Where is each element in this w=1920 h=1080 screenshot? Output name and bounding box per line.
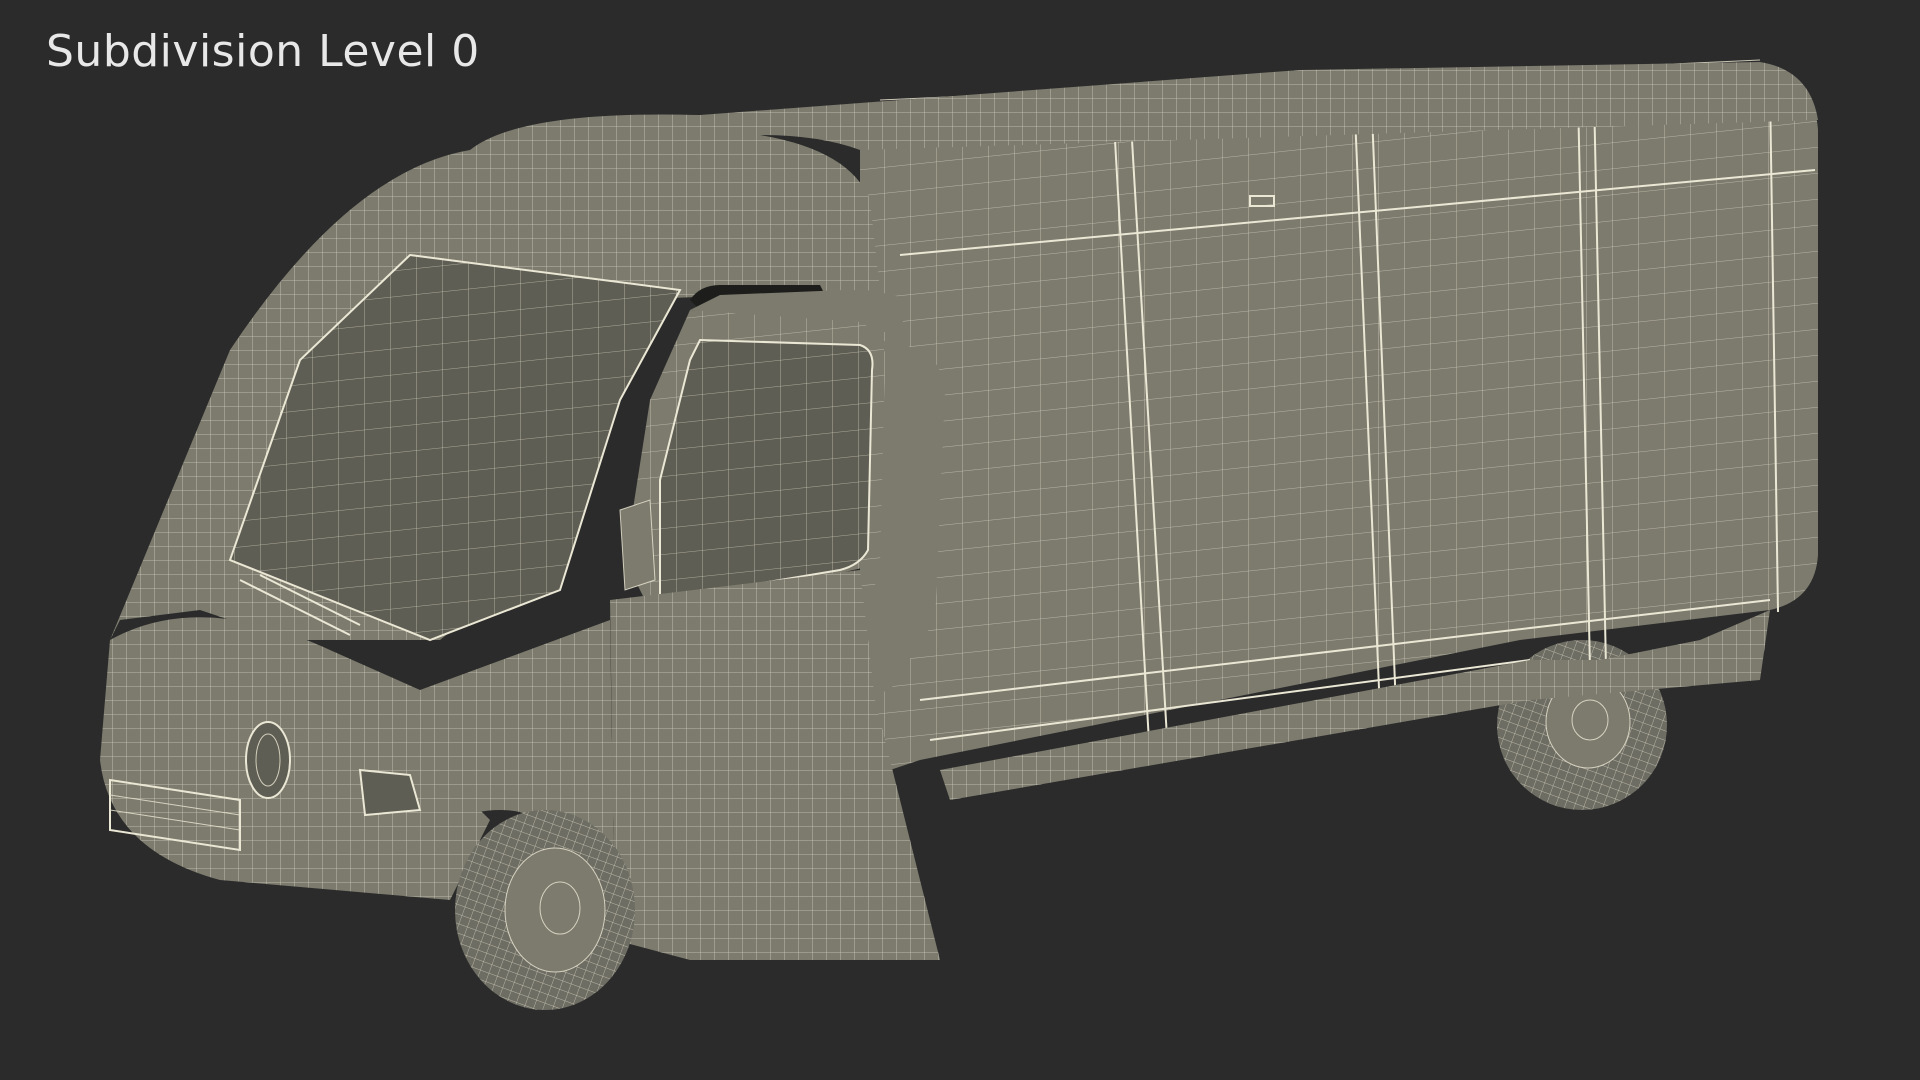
open-door [610, 290, 945, 960]
van-model [100, 59, 1818, 1010]
viewport: Subdivision Level 0 [0, 0, 1920, 1080]
front-wheel [455, 810, 635, 1010]
